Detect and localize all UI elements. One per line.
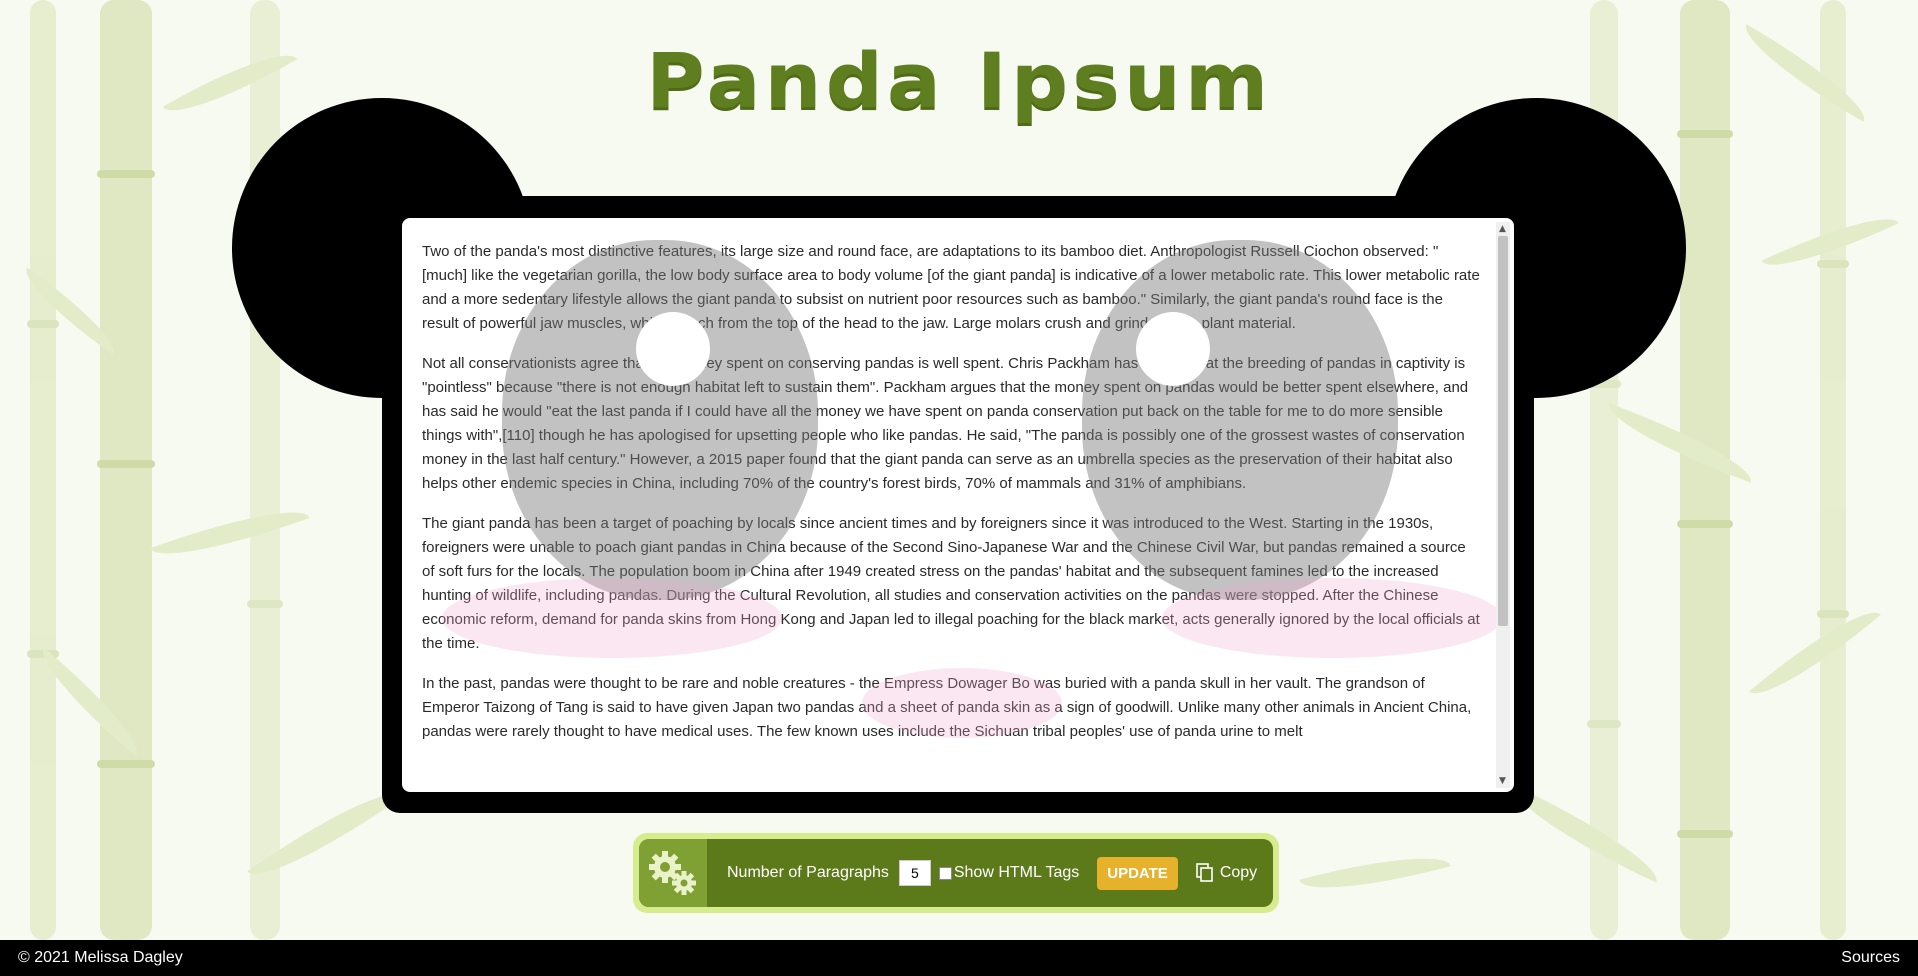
show-html-label[interactable]: Show HTML Tags xyxy=(954,864,1079,882)
gears-icon xyxy=(639,839,707,907)
ipsum-text-content: Two of the panda's most distinctive feat… xyxy=(422,240,1480,760)
scroll-thumb[interactable] xyxy=(1498,236,1508,626)
scroll-up-icon[interactable]: ▲ xyxy=(1499,224,1506,234)
page-title: Panda Ipsum xyxy=(645,36,1273,125)
copyright-text: © 2021 Melissa Dagley xyxy=(18,949,183,966)
ipsum-text-area[interactable]: Two of the panda's most distinctive feat… xyxy=(402,218,1514,792)
text-scrollbar[interactable]: ▲ ▼ xyxy=(1496,222,1510,788)
show-html-checkbox[interactable] xyxy=(938,866,952,880)
copy-button[interactable]: Copy xyxy=(1196,863,1257,883)
paragraphs-label: Number of Paragraphs xyxy=(727,864,889,881)
update-button[interactable]: UPDATE xyxy=(1097,856,1178,890)
paragraph: The giant panda has been a target of poa… xyxy=(422,515,1480,652)
paragraphs-count-input[interactable] xyxy=(898,860,931,886)
scroll-down-icon[interactable]: ▼ xyxy=(1499,776,1506,786)
paragraph: Not all conservationists agree that the … xyxy=(422,355,1469,492)
sources-link[interactable]: Sources xyxy=(1841,949,1900,967)
controls-panel: Number of Paragraphs Show HTML Tags UPDA… xyxy=(633,833,1279,913)
copy-icon xyxy=(1196,863,1213,882)
paragraph: Two of the panda's most distinctive feat… xyxy=(422,243,1480,332)
controls-bar: Number of Paragraphs Show HTML Tags UPDA… xyxy=(639,839,1273,907)
paragraph: In the past, pandas were thought to be r… xyxy=(422,675,1472,740)
header: Panda Ipsum xyxy=(0,36,1918,125)
footer: © 2021 Melissa Dagley Sources xyxy=(0,940,1918,976)
copy-label: Copy xyxy=(1219,864,1258,881)
